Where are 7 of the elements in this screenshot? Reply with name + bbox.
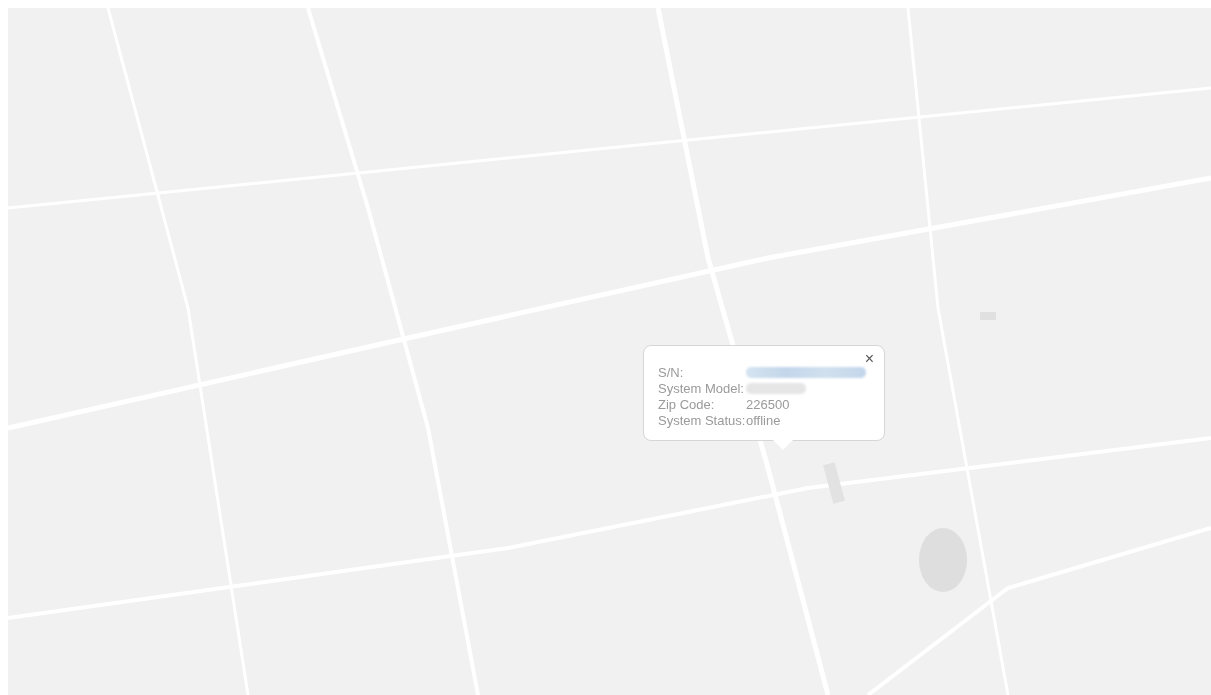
field-label: S/N: — [658, 364, 685, 380]
field-label: System Model: — [658, 380, 745, 396]
field-value: 226500 — [746, 396, 791, 412]
field-value: offline — [746, 412, 782, 428]
field-label: System Status: — [658, 412, 746, 428]
close-button[interactable]: × — [860, 350, 878, 368]
field-label: Zip Code: — [658, 396, 716, 412]
